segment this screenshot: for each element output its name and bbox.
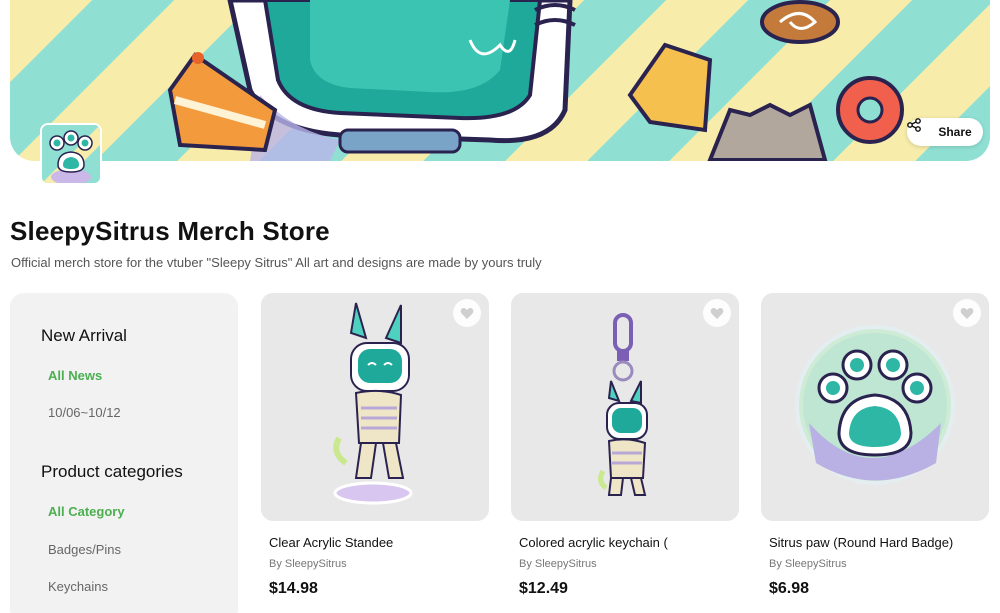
sidebar-item-keychains[interactable]: Keychains [48,579,108,594]
product-price: $14.98 [269,580,318,597]
sidebar-item-badges-pins[interactable]: Badges/Pins [48,542,121,557]
banner-illustration [167,0,904,161]
product-image[interactable] [761,293,989,521]
favorite-button[interactable] [953,299,981,327]
product-card[interactable]: Clear Acrylic Standee By SleepySitrus $1… [261,293,489,597]
product-name[interactable]: Sitrus paw (Round Hard Badge) [769,535,953,550]
store-avatar[interactable] [40,123,102,185]
heart-icon [960,307,974,319]
product-price: $6.98 [769,580,810,597]
store-description: Official merch store for the vtuber "Sle… [11,255,542,270]
badge-image [795,325,955,485]
product-categories-heading: Product categories [41,462,183,481]
product-image[interactable] [511,293,739,521]
favorite-button[interactable] [453,299,481,327]
sidebar-item-date-range[interactable]: 10/06~10/12 [48,405,121,420]
share-label: Share [938,125,972,139]
product-name[interactable]: Colored acrylic keychain ( [519,535,668,550]
paw-logo-icon [42,125,100,183]
product-price: $12.49 [519,580,568,597]
sidebar-item-all-news[interactable]: All News [48,368,102,383]
keychain-image [598,313,648,496]
heart-icon [710,307,724,319]
heart-icon [460,307,474,319]
product-seller: By SleepySitrus [769,558,847,570]
standee-image [333,302,413,505]
share-button[interactable]: Share [907,118,983,146]
store-banner: Share [10,0,990,161]
product-image[interactable] [261,293,489,521]
favorite-button[interactable] [703,299,731,327]
sidebar-item-all-category[interactable]: All Category [48,504,125,519]
store-title: SleepySitrus Merch Store [10,216,330,246]
new-arrival-heading: New Arrival [41,326,127,345]
product-card[interactable]: Sitrus paw (Round Hard Badge) By SleepyS… [761,293,989,597]
sidebar: New Arrival All News 10/06~10/12 Product… [10,293,238,613]
product-seller: By SleepySitrus [519,558,597,570]
share-icon [907,118,932,139]
product-card[interactable]: Colored acrylic keychain ( By SleepySitr… [511,293,739,597]
product-name[interactable]: Clear Acrylic Standee [269,535,393,550]
product-seller: By SleepySitrus [269,558,347,570]
